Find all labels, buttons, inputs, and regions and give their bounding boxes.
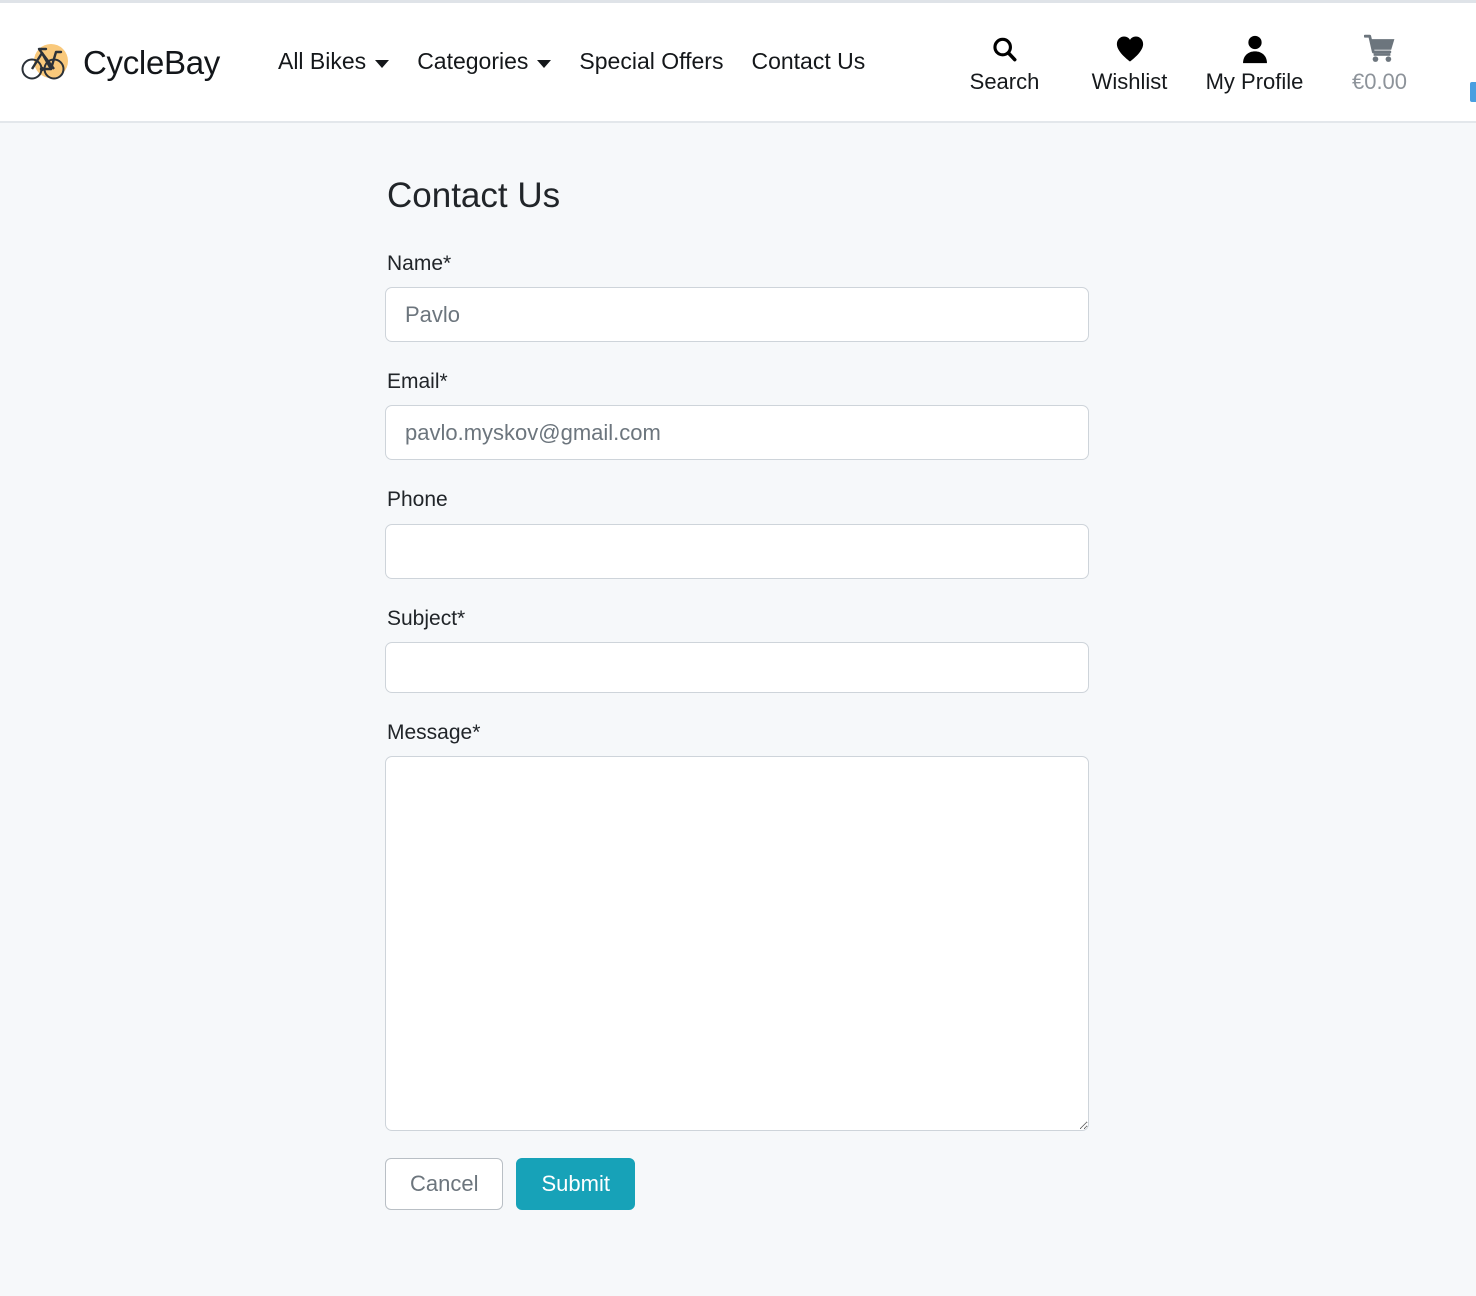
label-subject: Subject* <box>387 606 466 630</box>
search-action[interactable]: Search <box>942 29 1067 94</box>
profile-action[interactable]: My Profile <box>1192 29 1317 94</box>
chevron-down-icon <box>537 60 552 68</box>
brand-logo-link[interactable]: CycleBay <box>18 39 220 85</box>
search-label: Search <box>969 69 1040 95</box>
heart-icon <box>1115 33 1145 65</box>
shopping-cart-icon <box>1363 33 1396 65</box>
submit-button[interactable]: Submit <box>516 1157 635 1210</box>
nav-item-special-offers[interactable]: Special Offers <box>565 44 737 80</box>
label-phone: Phone <box>387 488 448 512</box>
label-name: Name* <box>387 252 452 275</box>
brand-name: CycleBay <box>83 43 220 81</box>
header-actions: Search Wishlist My Profile €0.00 <box>942 29 1454 94</box>
bicycle-logo-icon <box>18 39 74 85</box>
page-title: Contact Us <box>387 176 561 215</box>
nav-item-categories[interactable]: Categories <box>403 44 565 80</box>
nav-label-contact-us: Contact Us <box>751 48 866 75</box>
label-message: Message* <box>387 720 481 744</box>
contact-form: Contact Us Name* Email* Phone Subject* M… <box>385 175 1089 1210</box>
form-actions: Cancel Submit <box>385 1157 1089 1210</box>
field-subject: Subject* <box>385 606 1089 693</box>
wishlist-action[interactable]: Wishlist <box>1067 29 1192 94</box>
cancel-button[interactable]: Cancel <box>385 1157 504 1210</box>
phone-input[interactable] <box>385 523 1089 579</box>
main-navigation: All Bikes Categories Special Offers Cont… <box>264 44 879 80</box>
subject-input[interactable] <box>385 641 1089 693</box>
nav-label-all-bikes: All Bikes <box>277 48 367 75</box>
search-icon <box>990 33 1019 65</box>
name-input[interactable] <box>385 287 1089 343</box>
email-input[interactable] <box>385 405 1089 461</box>
field-email: Email* <box>385 369 1089 461</box>
profile-label: My Profile <box>1205 69 1304 95</box>
wishlist-label: Wishlist <box>1091 69 1168 95</box>
nav-label-special-offers: Special Offers <box>579 48 724 75</box>
page-content: Contact Us Name* Email* Phone Subject* M… <box>0 123 1476 1210</box>
field-message: Message* <box>385 720 1089 1131</box>
nav-item-contact-us[interactable]: Contact Us <box>737 44 879 80</box>
site-header: CycleBay All Bikes Categories Special Of… <box>0 3 1476 123</box>
edge-sliver <box>1470 82 1476 102</box>
nav-label-categories: Categories <box>417 48 529 75</box>
cart-total: €0.00 <box>1351 69 1408 95</box>
person-icon <box>1242 33 1268 65</box>
message-textarea[interactable] <box>385 755 1089 1131</box>
chevron-down-icon <box>375 60 390 68</box>
label-email: Email* <box>387 370 448 394</box>
field-phone: Phone <box>385 487 1089 579</box>
field-name: Name* <box>385 251 1089 343</box>
nav-item-all-bikes[interactable]: All Bikes <box>264 44 403 80</box>
cart-action[interactable]: €0.00 <box>1317 29 1442 94</box>
